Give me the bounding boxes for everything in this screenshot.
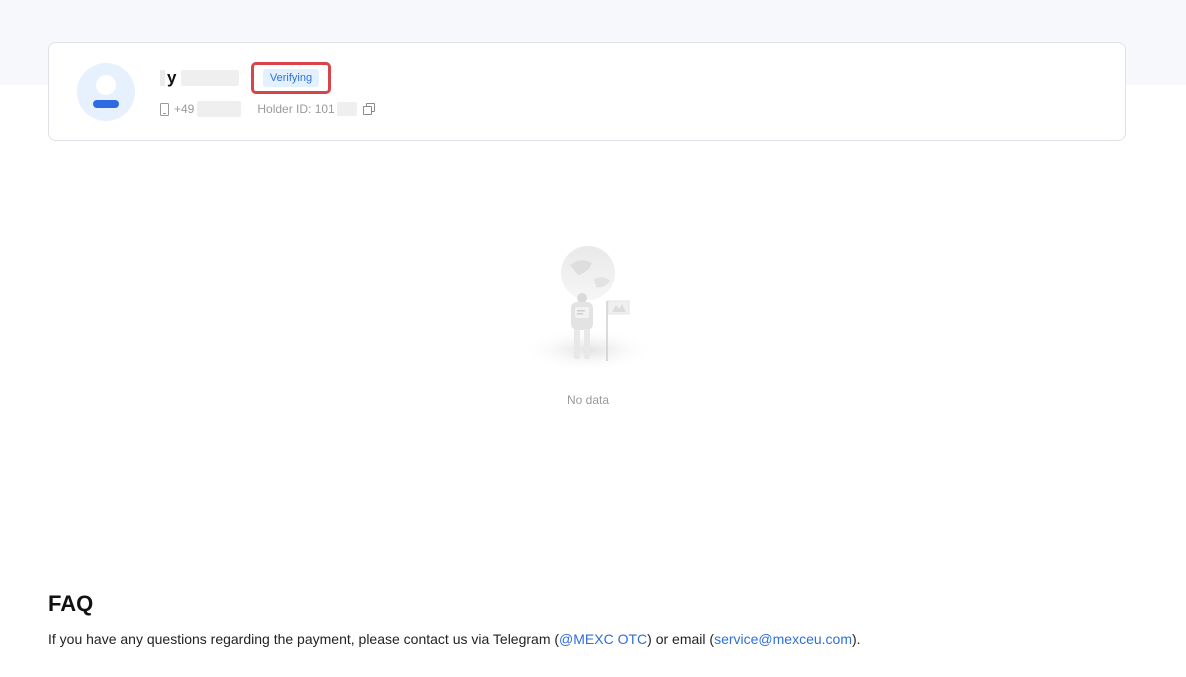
faq-text-part2: ) or email ( bbox=[647, 631, 715, 647]
copy-icon[interactable] bbox=[362, 102, 376, 116]
phone-number: +49 bbox=[174, 102, 195, 116]
faq-text-part1: If you have any questions regarding the … bbox=[48, 631, 560, 647]
astronaut-empty-illustration bbox=[520, 246, 656, 372]
status-badge: Verifying bbox=[262, 69, 320, 87]
phone-redacted-block bbox=[197, 101, 242, 117]
email-link[interactable]: service@mexceu.com bbox=[714, 631, 852, 647]
faq-title: FAQ bbox=[48, 591, 94, 616]
empty-state-message: No data bbox=[566, 393, 610, 407]
name-redacted-block bbox=[181, 70, 240, 86]
holder-id-redacted-block bbox=[336, 102, 357, 116]
faq-text-part3: ). bbox=[851, 631, 861, 647]
account-profile-card: y Verifying +49 Holder ID: 101 bbox=[48, 42, 1126, 141]
avatar-head bbox=[96, 75, 116, 95]
account-info-row: +49 Holder ID: 101 bbox=[160, 100, 376, 118]
account-name-text: y bbox=[167, 68, 177, 87]
name-redacted-prefix bbox=[160, 70, 165, 86]
account-name: y bbox=[160, 67, 240, 89]
telegram-link[interactable]: @MEXC OTC bbox=[559, 631, 647, 647]
empty-state: No data bbox=[508, 235, 668, 415]
faq-contact-text: If you have any questions regarding the … bbox=[48, 631, 861, 647]
avatar-body bbox=[93, 100, 119, 108]
phone-icon bbox=[160, 102, 169, 116]
holder-id: Holder ID: 101 bbox=[257, 102, 335, 116]
avatar bbox=[77, 63, 135, 121]
status-highlight-box: Verifying bbox=[251, 62, 331, 94]
